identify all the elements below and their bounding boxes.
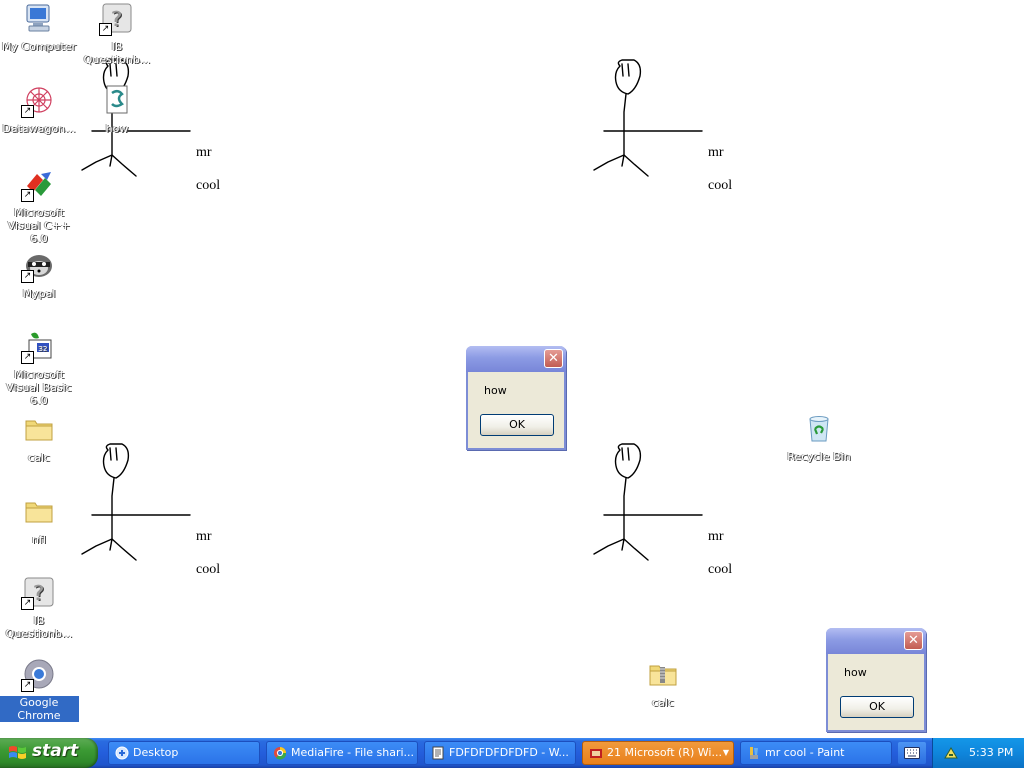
icon-label: Microsoft Visual Basic 6.0 — [6, 368, 72, 407]
keyboard-language-button[interactable] — [898, 742, 926, 764]
desktop-icon-google-chrome[interactable]: ↗ Google Chrome — [0, 658, 80, 723]
desktop[interactable]: mr cool mr cool mr cool mr cool My Compu… — [0, 0, 1024, 768]
task-label: 21 Microsoft (R) Wi... — [607, 746, 722, 759]
notepad-icon — [432, 746, 444, 760]
ib-question-icon: ? ↗ — [99, 2, 133, 36]
icon-label: calc — [652, 696, 674, 709]
taskbar-button-paint[interactable]: mr cool - Paint — [740, 741, 892, 765]
taskbar-button-mediafire[interactable]: MediaFire - File shari... — [266, 741, 418, 765]
figure-text-mr: mr — [708, 145, 724, 160]
windows-flag-icon — [9, 746, 26, 759]
visual-cpp-icon: ↗ — [21, 168, 55, 202]
icon-label: Microsoft Visual C++ 6.0 — [7, 206, 71, 245]
chrome-icon: ↗ — [21, 658, 55, 692]
desktop-icon-datawagon[interactable]: ↗ Datawagon... — [0, 84, 79, 135]
recycle-bin-icon — [803, 412, 835, 444]
figure-text-cool: cool — [196, 562, 221, 577]
figure-text-cool: cool — [708, 562, 733, 577]
chevron-down-icon: ▼ — [722, 748, 729, 757]
close-button[interactable]: ✕ — [904, 631, 923, 650]
desktop-icon-calc-folder[interactable]: calc — [0, 413, 79, 464]
icon-label: IB Questionb... — [83, 40, 151, 66]
svg-text:?: ? — [34, 581, 45, 605]
taskbar-button-notepad[interactable]: FDFDFDFDFDFD - W... — [424, 741, 576, 765]
task-label: MediaFire - File shari... — [291, 746, 415, 759]
icon-label: nfl — [32, 533, 46, 546]
icon-label: Recycle Bin — [787, 450, 851, 463]
svg-text:32: 32 — [39, 345, 48, 353]
desktop-icon-my-computer[interactable]: My Computer — [0, 2, 79, 53]
figure-text-cool: cool — [708, 178, 733, 193]
dialog-titlebar[interactable]: ✕ — [466, 346, 566, 372]
visual-basic-icon: 32 ↗ — [21, 330, 55, 364]
zip-folder-icon — [647, 658, 679, 690]
taskbar: start Desktop MediaFire - File shari... … — [0, 738, 1024, 768]
svg-text:?: ? — [112, 7, 123, 31]
icon-label: My Computer — [1, 40, 77, 53]
message-dialog[interactable]: ✕ how OK — [826, 628, 926, 732]
desktop-icon-calc-zip[interactable]: calc — [623, 658, 703, 709]
paint-icon — [750, 747, 758, 759]
figure-text-mr: mr — [196, 145, 212, 160]
ok-button[interactable]: OK — [480, 414, 554, 436]
system-tray: 5:33 PM — [932, 738, 1024, 768]
desktop-icon-visual-basic[interactable]: 32 ↗ Microsoft Visual Basic 6.0 — [0, 330, 79, 407]
taskbar-button-group-active[interactable]: 21 Microsoft (R) Wi... ▼ — [582, 741, 734, 765]
clock[interactable]: 5:33 PM — [969, 746, 1013, 759]
folder-icon — [23, 413, 55, 445]
ok-button[interactable]: OK — [840, 696, 914, 718]
my-computer-icon — [23, 2, 55, 34]
task-label: FDFDFDFDFDFD - W... — [449, 746, 569, 759]
figure-text-cool: cool — [196, 178, 221, 193]
ib-question-icon: ? ↗ — [21, 576, 55, 610]
datawagon-icon: ↗ — [21, 84, 55, 118]
desktop-icon-recycle-bin[interactable]: Recycle Bin — [779, 412, 859, 463]
keyboard-icon — [904, 747, 920, 759]
dialog-titlebar[interactable]: ✕ — [826, 628, 926, 654]
message-dialog[interactable]: ✕ how OK — [466, 346, 566, 450]
dialog-message: how — [844, 666, 867, 679]
network-icon[interactable] — [943, 745, 959, 761]
desktop-icon-nfl-folder[interactable]: nfl — [0, 495, 79, 546]
chrome-icon — [274, 747, 287, 760]
desktop-icon-ib-questionbank[interactable]: ? ↗ IB Questionb... — [77, 2, 157, 66]
desktop-icon-ib-questionbank-2[interactable]: ? ↗ IB Questionb... — [0, 576, 79, 640]
figure-text-mr: mr — [708, 529, 724, 544]
icon-label: Datawagon... — [2, 122, 76, 135]
script-file-icon — [101, 84, 133, 116]
desktop-icon — [115, 746, 129, 760]
task-label: Desktop — [133, 746, 179, 759]
desktop-icon-how[interactable]: how — [77, 84, 157, 135]
desktop-icon-visual-cpp[interactable]: ↗ Microsoft Visual C++ 6.0 — [0, 168, 79, 245]
desktop-icon-mypal[interactable]: ↗ Mypal — [0, 249, 79, 300]
icon-label: calc — [28, 451, 50, 464]
dialog-message: how — [484, 384, 507, 397]
folder-icon — [23, 495, 55, 527]
vb-group-icon — [590, 749, 602, 758]
close-button[interactable]: ✕ — [544, 349, 563, 368]
icon-label: IB Questionb... — [5, 614, 73, 640]
icon-label: Google Chrome — [0, 695, 80, 723]
taskbar-button-desktop[interactable]: Desktop — [108, 741, 260, 765]
task-label: mr cool - Paint — [765, 746, 845, 759]
icon-label: Mypal — [22, 287, 56, 300]
figure-text-mr: mr — [196, 529, 212, 544]
mypal-icon: ↗ — [21, 249, 55, 283]
start-label: start — [32, 741, 79, 761]
start-button[interactable]: start — [0, 738, 98, 768]
icon-label: how — [105, 122, 129, 135]
